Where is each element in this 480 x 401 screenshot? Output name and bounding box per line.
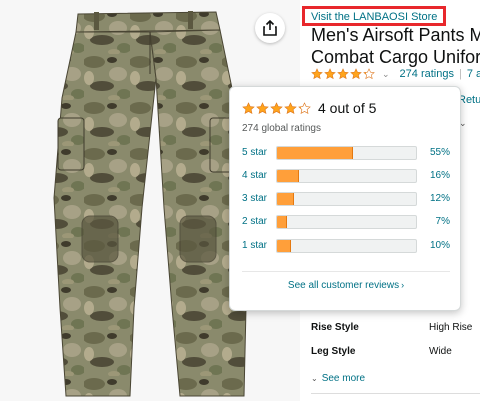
histogram-label[interactable]: 3 star: [242, 192, 267, 206]
spec-key: Rise Style: [311, 322, 359, 333]
star-full-icon: [284, 101, 297, 114]
histogram-bar[interactable]: [276, 192, 417, 206]
histogram-bar[interactable]: [276, 146, 417, 160]
ratings-count-link[interactable]: 274 ratings: [400, 68, 454, 80]
chevron-down-icon[interactable]: ⌄: [382, 69, 390, 80]
histogram-bar[interactable]: [276, 169, 417, 183]
star-half-icon: [298, 101, 311, 114]
star-full-icon: [350, 68, 362, 80]
product-title-line-1: Men's Airsoft Pants Mu: [311, 25, 480, 45]
histogram-label[interactable]: 4 star: [242, 169, 267, 183]
share-button[interactable]: [255, 13, 285, 43]
divider: [311, 393, 480, 394]
spec-value: High Rise: [429, 322, 473, 333]
histogram-row-3-star[interactable]: 3 star 12%: [242, 192, 450, 206]
histogram-bar[interactable]: [276, 215, 417, 229]
histogram-percent[interactable]: 7%: [436, 215, 450, 229]
histogram-bar-fill: [277, 216, 287, 228]
histogram-row-1-star[interactable]: 1 star 10%: [242, 239, 450, 253]
rating-popover: 4 out of 5 274 global ratings 5 star 55%…: [229, 86, 461, 311]
average-rating-text: 4 out of 5: [318, 100, 377, 116]
histogram-bar-fill: [277, 170, 300, 182]
global-ratings-count: 274 global ratings: [242, 123, 321, 134]
returns-link[interactable]: Retur: [458, 94, 480, 106]
divider: [242, 271, 450, 272]
histogram-label[interactable]: 5 star: [242, 146, 267, 160]
answered-questions-link[interactable]: 7 ansv: [467, 68, 480, 80]
see-more-label: See more: [321, 373, 366, 384]
histogram-label[interactable]: 1 star: [242, 239, 267, 253]
histogram-bar-fill: [277, 147, 354, 159]
histogram-row-5-star[interactable]: 5 star 55%: [242, 146, 450, 160]
star-full-icon: [242, 101, 255, 114]
histogram-percent[interactable]: 16%: [430, 169, 450, 183]
histogram-bar-fill: [277, 193, 294, 205]
histogram-percent[interactable]: 55%: [430, 146, 450, 160]
rating-summary-row: ⌄ 274 ratings | 7 ansv: [311, 66, 480, 82]
visit-store-link[interactable]: Visit the LANBAOSI Store: [302, 6, 447, 26]
spec-key: Leg Style: [311, 346, 356, 357]
see-all-reviews-link[interactable]: See all customer reviews ›: [230, 280, 462, 291]
see-more-link[interactable]: ⌄ See more: [311, 373, 365, 384]
histogram-percent[interactable]: 10%: [430, 239, 450, 253]
histogram-row-2-star[interactable]: 2 star 7%: [242, 215, 450, 229]
star-rating-large: [242, 101, 312, 115]
see-all-reviews-label: See all customer reviews: [287, 280, 400, 291]
share-icon: [263, 20, 277, 36]
star-full-icon: [311, 68, 323, 80]
star-rating-small[interactable]: [311, 68, 376, 80]
product-title-line-2: Combat Cargo Uniform: [311, 47, 480, 67]
product-title: Men's Airsoft Pants Mu Combat Cargo Unif…: [311, 24, 480, 68]
histogram-row-4-star[interactable]: 4 star 16%: [242, 169, 450, 183]
star-half-icon: [363, 68, 375, 80]
histogram-bar[interactable]: [276, 239, 417, 253]
histogram-bar-fill: [277, 240, 291, 252]
separator: |: [458, 68, 462, 80]
spec-value: Wide: [429, 346, 452, 357]
star-full-icon: [270, 101, 283, 114]
star-full-icon: [324, 68, 336, 80]
chevron-down-icon: ⌄: [311, 374, 318, 383]
popover-header: 4 out of 5: [242, 99, 376, 117]
histogram-label[interactable]: 2 star: [242, 215, 267, 229]
spec-row-rise-style: Rise Style High Rise: [311, 322, 480, 336]
star-full-icon: [256, 101, 269, 114]
spec-row-leg-style: Leg Style Wide: [311, 346, 480, 360]
star-full-icon: [337, 68, 349, 80]
chevron-right-icon: ›: [401, 280, 405, 290]
histogram-percent[interactable]: 12%: [430, 192, 450, 206]
